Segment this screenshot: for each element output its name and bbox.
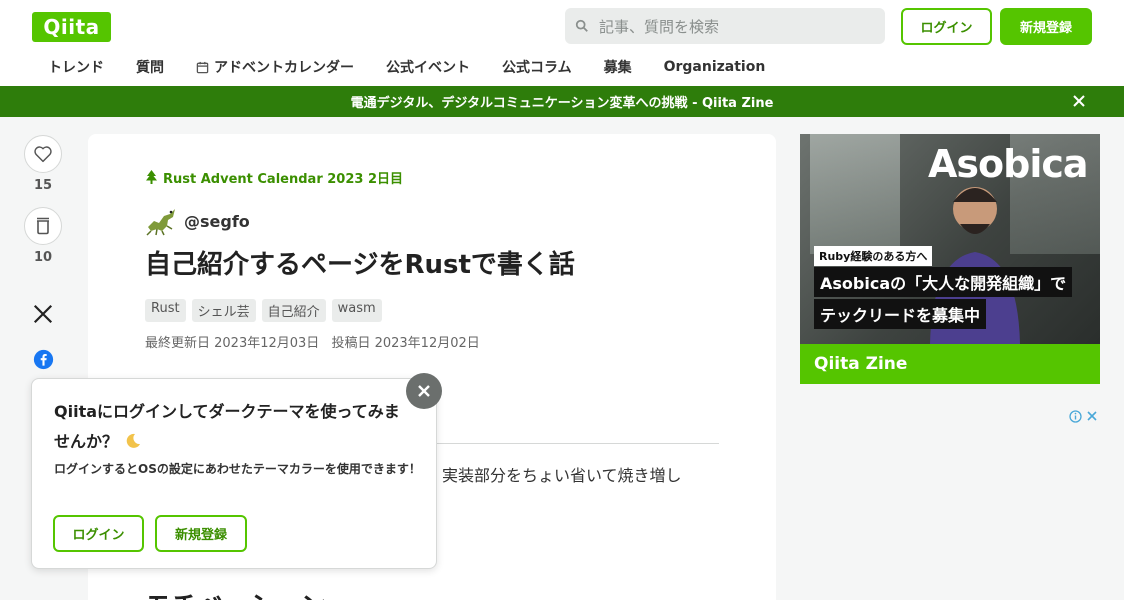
avatar[interactable] xyxy=(145,205,177,237)
dark-theme-popup: Qiitaにログインしてダークテーマを使ってみませんか？ ログインするとOSの設… xyxy=(31,378,437,569)
nav-trend[interactable]: トレンド xyxy=(32,57,120,77)
popup-login-button[interactable]: ログイン xyxy=(53,515,144,552)
nav-recruit[interactable]: 募集 xyxy=(588,57,648,77)
like-button[interactable] xyxy=(24,135,62,173)
facebook-share-icon[interactable] xyxy=(33,349,54,370)
qiita-logo[interactable]: Qiita xyxy=(32,12,111,42)
calendar-icon xyxy=(196,61,209,73)
nav-advent-calendar-label: アドベントカレンダー xyxy=(214,60,354,76)
popup-title: Qiitaにログインしてダークテーマを使ってみませんか？ xyxy=(54,397,414,457)
ad-window xyxy=(810,134,900,254)
author-name: @segfo xyxy=(184,211,250,231)
ad-headline-2: テックリードを募集中 xyxy=(814,299,987,329)
site-header: Qiita 記事、質問を検索 ログイン 新規登録 トレンド 質問 アドベントカレ… xyxy=(0,0,1124,86)
ad-headline-1: Asobicaの「大人な開発組織」で xyxy=(814,267,1073,297)
tag-list: Rust シェル芸 自己紹介 wasm xyxy=(145,299,388,322)
tag[interactable]: 自己紹介 xyxy=(261,299,326,322)
article-title: 自己紹介するページをRustで書く話 xyxy=(145,250,575,280)
popup-title-text: Qiitaにログインしてダークテーマを使ってみませんか？ xyxy=(54,402,400,451)
banner-text[interactable]: 電通デジタル、デジタルコミュニケーション変革への挑戦 - Qiita Zine xyxy=(351,92,774,111)
ad-chip: Ruby経験のある方へ xyxy=(814,246,933,266)
close-icon xyxy=(418,385,430,397)
tag[interactable]: シェル芸 xyxy=(191,299,256,322)
main-nav: トレンド 質問 アドベントカレンダー 公式イベント 公式コラム 募集 Organ… xyxy=(32,56,781,78)
ad-info-icon[interactable] xyxy=(1069,410,1082,423)
tree-icon xyxy=(146,170,157,184)
signup-button[interactable]: 新規登録 xyxy=(1000,8,1092,45)
section-heading: モチベーション xyxy=(145,586,326,600)
ad-footer: Qiita Zine xyxy=(800,344,1100,384)
x-share-icon[interactable] xyxy=(32,303,54,325)
tag[interactable]: Rust xyxy=(145,299,186,322)
nav-official-events[interactable]: 公式イベント xyxy=(370,57,486,77)
search-placeholder: 記事、質問を検索 xyxy=(599,17,720,36)
search-icon xyxy=(575,19,588,32)
advent-calendar-label: Rust Advent Calendar 2023 2日目 xyxy=(163,172,404,187)
popup-description: ログインするとOSの設定にあわせたテーマカラーを使用できます！ xyxy=(54,462,421,476)
article-actions: 15 10 xyxy=(24,135,64,370)
search-box[interactable]: 記事、質問を検索 xyxy=(565,8,885,44)
updated-date: 最終更新日 2023年12月03日 xyxy=(145,336,320,351)
nav-official-columns[interactable]: 公式コラム xyxy=(486,57,588,77)
article-body-text: 、実装部分をちょい省いて焼き増し xyxy=(426,466,682,485)
nav-questions[interactable]: 質問 xyxy=(120,57,180,77)
nav-advent-calendar[interactable]: アドベントカレンダー xyxy=(180,57,370,77)
stock-icon xyxy=(37,217,49,235)
tag[interactable]: wasm xyxy=(331,299,382,322)
advertisement[interactable]: Asobica Ruby経験のある方へ Asobicaの「大人な開発組織」で テ… xyxy=(800,134,1100,384)
article-dates: 最終更新日 2023年12月03日 投稿日 2023年12月02日 xyxy=(145,332,488,351)
like-count: 15 xyxy=(33,178,53,193)
stock-count: 10 xyxy=(33,250,53,265)
heart-icon xyxy=(34,146,52,163)
ad-close-icon[interactable] xyxy=(1086,410,1098,422)
advent-calendar-link[interactable]: Rust Advent Calendar 2023 2日目 xyxy=(145,168,403,187)
author[interactable]: @segfo xyxy=(145,205,250,237)
login-button[interactable]: ログイン xyxy=(901,8,992,45)
popup-close-button[interactable] xyxy=(406,373,442,409)
nav-organization[interactable]: Organization xyxy=(648,59,782,75)
ad-brand: Asobica xyxy=(928,142,1089,186)
popup-signup-button[interactable]: 新規登録 xyxy=(155,515,247,552)
close-icon[interactable] xyxy=(1070,92,1088,110)
stock-button[interactable] xyxy=(24,207,62,245)
promo-banner[interactable]: 電通デジタル、デジタルコミュニケーション変革への挑戦 - Qiita Zine xyxy=(0,86,1124,117)
posted-date: 投稿日 2023年12月02日 xyxy=(331,336,480,351)
moon-icon xyxy=(126,433,140,448)
